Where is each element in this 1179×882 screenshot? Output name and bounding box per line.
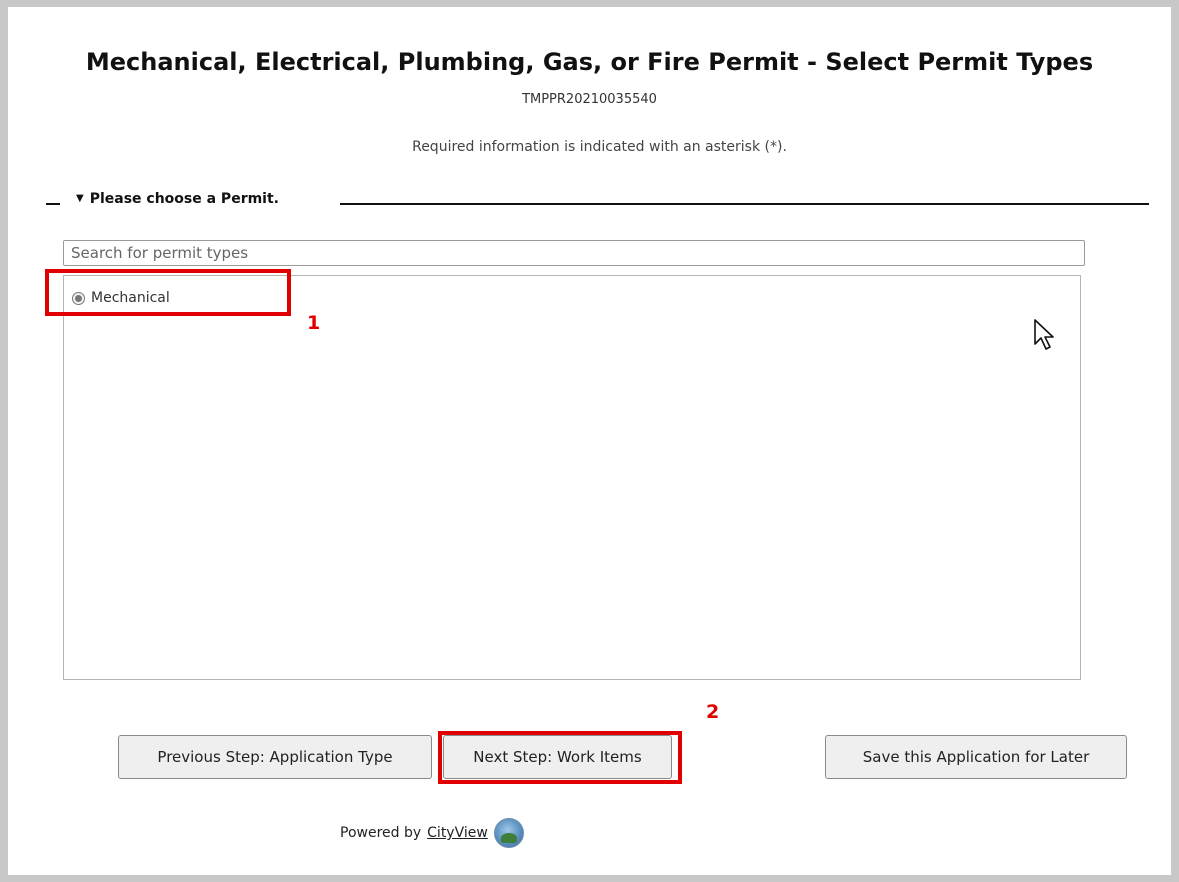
permit-search-input[interactable]	[63, 240, 1085, 266]
cityview-link[interactable]: CityView	[427, 825, 488, 841]
cityview-logo-icon	[493, 818, 524, 848]
application-number: TMPPR20210035540	[522, 92, 657, 107]
permit-section-toggle[interactable]: ▼ Please choose a Permit.	[76, 189, 279, 209]
page-title: Mechanical, Electrical, Plumbing, Gas, o…	[85, 48, 1094, 76]
permit-option-mechanical[interactable]: Mechanical	[72, 288, 170, 308]
required-info-note: Required information is indicated with a…	[412, 139, 787, 155]
save-for-later-button[interactable]: Save this Application for Later	[825, 735, 1127, 779]
next-step-button[interactable]: Next Step: Work Items	[443, 735, 672, 779]
permit-option-label: Mechanical	[91, 290, 170, 306]
powered-by-footer: Powered by CityView	[340, 818, 524, 848]
previous-step-button[interactable]: Previous Step: Application Type	[118, 735, 432, 779]
radio-button[interactable]	[72, 291, 85, 305]
section-divider-right	[340, 203, 1149, 205]
section-label: Please choose a Permit.	[89, 191, 279, 207]
powered-by-text: Powered by	[340, 825, 422, 841]
callout-number-1: 1	[307, 312, 321, 334]
permit-type-list	[63, 275, 1081, 680]
callout-number-2: 2	[706, 701, 720, 723]
caret-down-icon: ▼	[76, 193, 84, 204]
mouse-pointer-icon	[1034, 319, 1054, 350]
radio-selected-dot	[75, 294, 82, 302]
section-divider-left	[46, 203, 60, 205]
